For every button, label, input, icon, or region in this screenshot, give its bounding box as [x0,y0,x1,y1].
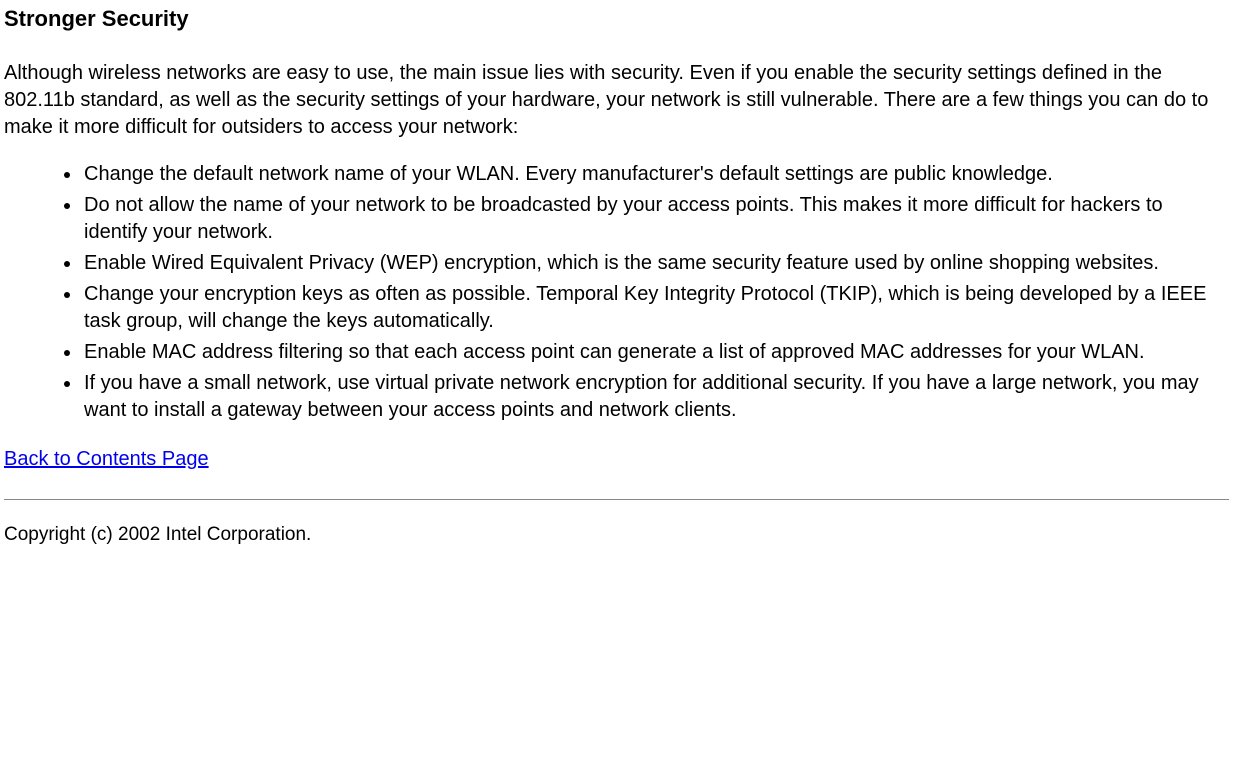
copyright-text: Copyright (c) 2002 Intel Corporation. [4,524,1229,546]
list-item: Do not allow the name of your network to… [82,192,1229,246]
list-item: Change the default network name of your … [82,161,1229,188]
back-link-container: Back to Contents Page [4,448,1229,471]
horizontal-rule [4,499,1229,500]
list-item: Enable MAC address filtering so that eac… [82,339,1229,366]
back-to-contents-link[interactable]: Back to Contents Page [4,448,209,470]
list-item: Change your encryption keys as often as … [82,281,1229,335]
section-heading: Stronger Security [4,6,1229,32]
intro-paragraph: Although wireless networks are easy to u… [4,60,1229,141]
security-tips-list: Change the default network name of your … [4,161,1229,424]
list-item: Enable Wired Equivalent Privacy (WEP) en… [82,250,1229,277]
list-item: If you have a small network, use virtual… [82,370,1229,424]
